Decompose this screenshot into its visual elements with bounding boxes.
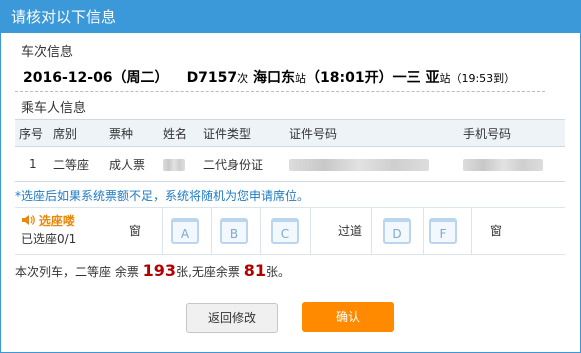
row-id-number xyxy=(285,146,459,182)
seat-selected-count: 已选座0/1 xyxy=(21,232,77,246)
passenger-table: 序号 席别 票种 姓名 证件类型 证件号码 手机号码 1 二等座 成人票 二代身… xyxy=(15,119,565,182)
table-header-row: 序号 席别 票种 姓名 证件类型 证件号码 手机号码 xyxy=(15,119,565,147)
passenger-section-label: 乘车人信息 xyxy=(21,101,87,116)
redacted-name xyxy=(163,158,185,171)
table-row: 1 二等座 成人票 二代身份证 xyxy=(15,146,565,182)
col-index: 序号 xyxy=(15,119,49,147)
to-station: 三 亚 xyxy=(406,70,440,86)
seat-c-button[interactable]: C xyxy=(271,218,299,244)
col-id-number: 证件号码 xyxy=(285,119,459,147)
seat-d-button[interactable]: D xyxy=(383,218,411,244)
seat-selector: 选座喽 已选座0/1 窗 A B C 过道 D F 窗 xyxy=(15,207,565,255)
window-left-label: 窗 xyxy=(128,224,141,238)
seat-a-button[interactable]: A xyxy=(171,218,199,244)
no-seat-remaining: 81 xyxy=(243,261,266,280)
row-index: 1 xyxy=(15,146,49,182)
row-seat-class: 二等座 xyxy=(49,146,105,182)
seat-notice: *选座后如果系统票额不足，系统将随机为您申请席位。 xyxy=(15,189,310,203)
divider xyxy=(15,91,545,92)
back-modify-button[interactable]: 返回修改 xyxy=(186,303,278,333)
row-ticket-type: 成人票 xyxy=(105,146,159,182)
second-class-remaining: 193 xyxy=(142,261,177,280)
row-phone xyxy=(459,146,565,182)
train-number: D7157 xyxy=(186,70,238,86)
row-name xyxy=(159,146,199,182)
train-section-label: 车次信息 xyxy=(21,45,74,60)
remaining-tickets: 本次列车，二等座 余票 193张,无座余票 81张。 xyxy=(15,261,290,280)
dialog-title: 请核对以下信息 xyxy=(1,1,580,33)
depart-time: （18:01开） xyxy=(306,70,393,86)
seat-f-button[interactable]: F xyxy=(429,218,457,244)
arrive-time: （19:53到） xyxy=(450,72,516,85)
col-ticket-type: 票种 xyxy=(105,119,159,147)
train-date: 2016-12-06（周二） xyxy=(23,70,169,86)
speaker-icon xyxy=(21,214,35,228)
route-arrow: 一 xyxy=(392,70,407,86)
row-id-type: 二代身份证 xyxy=(199,146,285,182)
col-phone: 手机号码 xyxy=(459,119,565,147)
redacted-id-number xyxy=(289,158,429,171)
confirm-dialog: 请核对以下信息 车次信息 2016-12-06（周二） D7157次 海口东站（1… xyxy=(0,0,581,353)
col-seat-class: 席别 xyxy=(49,119,105,147)
seat-select-title: 选座喽 xyxy=(38,214,75,228)
seat-status: 选座喽 已选座0/1 xyxy=(21,212,76,248)
col-id-type: 证件类型 xyxy=(199,119,285,147)
from-station: 海口东 xyxy=(253,70,296,86)
train-info: 2016-12-06（周二） D7157次 海口东站（18:01开）一三 亚站（1… xyxy=(23,70,516,86)
confirm-button[interactable]: 确认 xyxy=(302,302,394,332)
seat-b-button[interactable]: B xyxy=(220,218,248,244)
window-right-label: 窗 xyxy=(489,224,502,238)
redacted-phone xyxy=(463,158,543,171)
col-name: 姓名 xyxy=(159,119,199,147)
